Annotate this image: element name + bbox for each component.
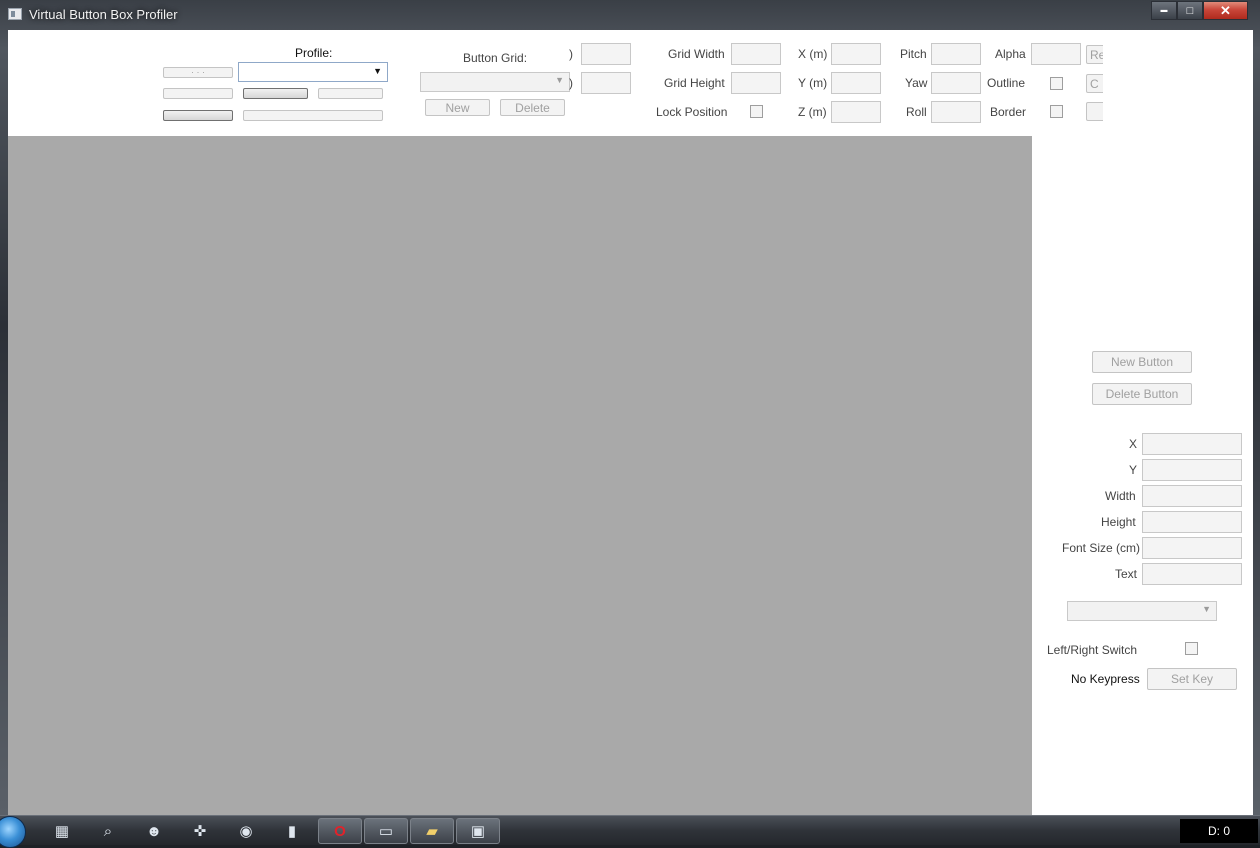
font-size-label: Font Size (cm) xyxy=(1062,541,1141,555)
x-position-label: X (m) xyxy=(798,47,828,61)
clipped-field-1[interactable] xyxy=(581,43,631,65)
chevron-down-icon: ▼ xyxy=(1202,604,1211,614)
grid-canvas[interactable] xyxy=(8,136,1032,815)
grid-height-field[interactable] xyxy=(731,72,781,94)
extra-button[interactable] xyxy=(1086,102,1103,121)
button-width-field[interactable] xyxy=(1142,485,1242,507)
opera-icon[interactable]: O xyxy=(318,818,362,844)
z-position-field[interactable] xyxy=(831,101,881,123)
new-button-button[interactable]: New Button xyxy=(1092,351,1192,373)
folder-icon[interactable]: ▰ xyxy=(410,818,454,844)
clipped-field-2[interactable] xyxy=(581,72,631,94)
roll-field[interactable] xyxy=(931,101,981,123)
lock-position-checkbox[interactable] xyxy=(750,105,763,118)
button-y-field[interactable] xyxy=(1142,459,1242,481)
alpha-field[interactable] xyxy=(1031,43,1081,65)
tray-status: D: 0 xyxy=(1180,819,1258,843)
pitch-field[interactable] xyxy=(931,43,981,65)
minimize-icon: ▬ xyxy=(1160,7,1168,14)
delete-button-button[interactable]: Delete Button xyxy=(1092,383,1192,405)
button-y-label: Y xyxy=(1129,463,1138,477)
button-height-field[interactable] xyxy=(1142,511,1242,533)
button-x-label: X xyxy=(1129,437,1138,451)
chevron-down-icon: ▼ xyxy=(373,66,382,76)
maximize-icon: □ xyxy=(1186,4,1194,17)
button-text-label: Text xyxy=(1115,567,1138,581)
color-button[interactable]: C xyxy=(1086,74,1103,93)
chevron-down-icon: ▼ xyxy=(555,75,564,85)
close-button[interactable]: ✕ xyxy=(1203,1,1248,20)
yaw-field[interactable] xyxy=(931,72,981,94)
caption-buttons: ▬ □ ✕ xyxy=(1151,1,1248,20)
button-properties-panel: New Button Delete Button X Y Width Heigh… xyxy=(1032,136,1253,815)
button-width-label: Width xyxy=(1105,489,1136,503)
profile-select[interactable]: ▼ xyxy=(238,62,388,82)
outline-label: Outline xyxy=(987,76,1026,90)
border-checkbox[interactable] xyxy=(1050,105,1063,118)
button-type-select[interactable]: ▼ xyxy=(1067,601,1217,621)
left-right-switch-label: Left/Right Switch xyxy=(1047,643,1138,657)
yaw-label: Yaw xyxy=(905,76,928,90)
button-grid-select[interactable]: ▼ xyxy=(420,72,570,92)
app-window-icon xyxy=(8,8,22,20)
clipped-label-2: ) xyxy=(569,76,573,90)
roll-label: Roll xyxy=(906,105,927,119)
chart-icon[interactable]: ▮ xyxy=(270,818,314,844)
profile-action-button-2[interactable] xyxy=(163,88,233,99)
grid-new-button[interactable]: New xyxy=(425,99,490,116)
pitch-label: Pitch xyxy=(900,47,927,61)
button-height-label: Height xyxy=(1101,515,1136,529)
keypress-status: No Keypress xyxy=(1071,672,1140,686)
close-icon: ✕ xyxy=(1220,2,1231,18)
network-icon[interactable]: ◉ xyxy=(224,818,268,844)
client-area: Profile: · · · ▼ Button Grid: ▼ New Dele… xyxy=(8,30,1253,815)
alpha-label: Alpha xyxy=(995,47,1026,61)
profile-action-button-1[interactable]: · · · xyxy=(163,67,233,78)
button-text-field[interactable] xyxy=(1142,563,1242,585)
profile-delete-button[interactable] xyxy=(318,88,383,99)
grid-width-field[interactable] xyxy=(731,43,781,65)
outline-checkbox[interactable] xyxy=(1050,77,1063,90)
toolbar: Profile: · · · ▼ Button Grid: ▼ New Dele… xyxy=(8,30,1103,136)
clipped-label-1: ) xyxy=(569,47,573,61)
app-window: Virtual Button Box Profiler ▬ □ ✕ Profil… xyxy=(0,0,1260,815)
profiler-icon[interactable]: ▣ xyxy=(456,818,500,844)
set-key-button[interactable]: Set Key xyxy=(1147,668,1237,690)
display-icon[interactable]: ▭ xyxy=(364,818,408,844)
reset-button[interactable]: Re xyxy=(1086,45,1103,64)
start-button[interactable] xyxy=(0,816,26,848)
grid-delete-button[interactable]: Delete xyxy=(500,99,565,116)
calculator-icon[interactable]: ▦ xyxy=(40,818,84,844)
profile-settings-button[interactable] xyxy=(243,110,383,121)
search-icon[interactable]: ⌕ xyxy=(86,818,130,844)
window-title: Virtual Button Box Profiler xyxy=(29,7,178,22)
button-x-field[interactable] xyxy=(1142,433,1242,455)
maximize-button[interactable]: □ xyxy=(1177,1,1203,20)
border-label: Border xyxy=(990,105,1027,119)
lock-position-label: Lock Position xyxy=(656,105,728,119)
gamepad-icon[interactable]: ✜ xyxy=(178,818,222,844)
settings-button[interactable] xyxy=(163,110,233,121)
taskbar: ▦ ⌕ ☻ ✜ ◉ ▮ O ▭ ▰ ▣ D: 0 xyxy=(0,815,1260,848)
x-position-field[interactable] xyxy=(831,43,881,65)
button-grid-label: Button Grid: xyxy=(463,51,528,65)
octopus-icon[interactable]: ☻ xyxy=(132,818,176,844)
left-right-switch-checkbox[interactable] xyxy=(1185,642,1198,655)
z-position-label: Z (m) xyxy=(798,105,827,119)
profile-label: Profile: xyxy=(295,46,333,60)
title-bar[interactable]: Virtual Button Box Profiler ▬ □ ✕ xyxy=(0,0,1260,30)
minimize-button[interactable]: ▬ xyxy=(1151,1,1177,20)
y-position-label: Y (m) xyxy=(798,76,828,90)
font-size-field[interactable] xyxy=(1142,537,1242,559)
grid-height-label: Grid Height xyxy=(664,76,725,90)
grid-width-label: Grid Width xyxy=(668,47,725,61)
profile-new-button[interactable] xyxy=(243,88,308,99)
y-position-field[interactable] xyxy=(831,72,881,94)
